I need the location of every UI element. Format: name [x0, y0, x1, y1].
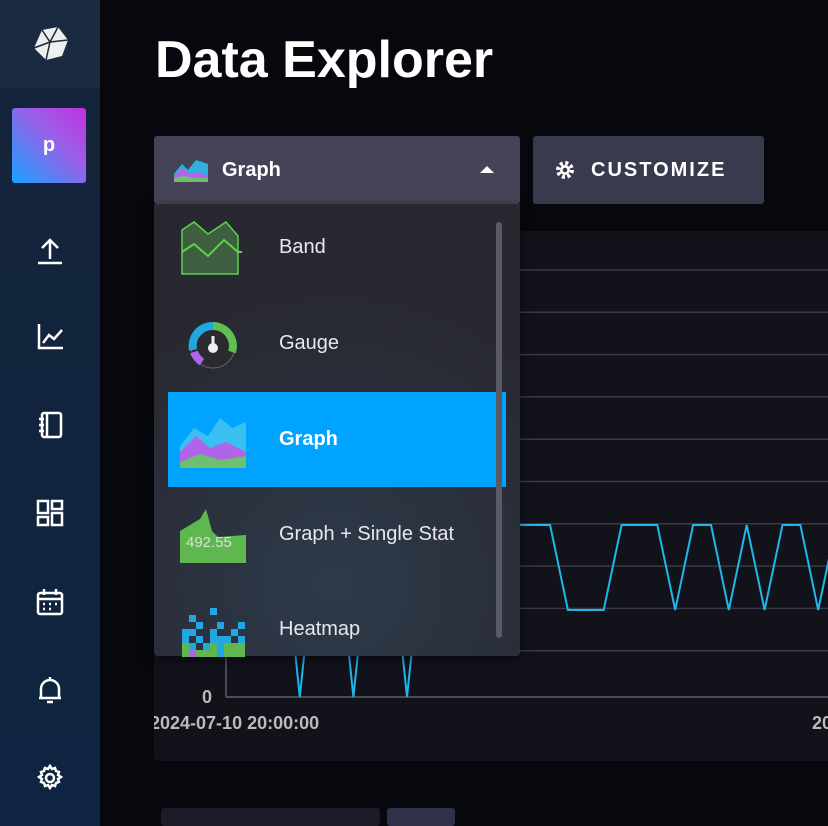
heatmap-cell: [203, 649, 210, 657]
heatmap-cell: [182, 628, 189, 636]
sidebar: p: [0, 0, 100, 826]
visualization-type-dropdown[interactable]: Graph: [154, 136, 520, 204]
menu-item-band[interactable]: Band: [168, 200, 506, 295]
heatmap-icon: [182, 607, 245, 657]
band-icon: [181, 220, 242, 275]
heatmap-cell: [217, 621, 224, 629]
menu-item-heatmap[interactable]: Heatmap: [168, 582, 506, 677]
heatmap-cell: [189, 628, 196, 636]
heatmap-cell: [217, 649, 224, 657]
caret-up-icon: [480, 166, 494, 173]
heatmap-cell: [231, 649, 238, 657]
heatmap-cell: [238, 649, 245, 657]
customize-button[interactable]: CUSTOMIZE: [533, 136, 764, 204]
heatmap-cell: [238, 621, 245, 629]
heatmap-cell: [182, 642, 189, 650]
heatmap-cell: [217, 642, 224, 650]
heatmap-cell: [210, 642, 217, 650]
calendar-icon[interactable]: [30, 582, 70, 622]
heatmap-cell: [231, 628, 238, 636]
notebook-icon[interactable]: [30, 405, 70, 445]
y-tick-label: 0: [202, 687, 212, 707]
heatmap-cell: [210, 628, 217, 636]
heatmap-cell: [210, 649, 217, 657]
svg-text:492.55: 492.55: [186, 534, 232, 551]
heatmap-cell: [189, 642, 196, 650]
menu-item-graph[interactable]: Graph: [168, 392, 506, 487]
heatmap-cell: [189, 649, 196, 657]
heatmap-cell: [196, 621, 203, 629]
heatmap-cell: [182, 649, 189, 657]
x-tick-label: 20: [812, 713, 828, 733]
heatmap-cell: [182, 635, 189, 643]
menu-item-gauge[interactable]: Gauge: [168, 296, 506, 391]
heatmap-cell: [189, 614, 196, 622]
x-tick-label: 2024-07-10 20:00:00: [154, 713, 319, 733]
dashboards-icon[interactable]: [30, 493, 70, 533]
visualization-type-menu: Band Gauge Graph 492.55 Graph + Single S…: [154, 204, 520, 657]
heatmap-cell: [224, 642, 231, 650]
org-avatar[interactable]: p: [12, 108, 86, 183]
menu-item-graph-single-stat[interactable]: 492.55 Graph + Single Stat: [168, 487, 506, 582]
heatmap-cell: [224, 635, 231, 643]
heatmap-cell: [238, 635, 245, 643]
menu-scrollbar[interactable]: [496, 222, 502, 638]
gear-icon: [556, 161, 574, 179]
page-title: Data Explorer: [155, 31, 494, 89]
heatmap-cell: [238, 642, 245, 650]
bottom-panel-button[interactable]: [387, 808, 455, 826]
heatmap-cell: [203, 642, 210, 650]
gear-icon[interactable]: [30, 758, 70, 798]
gauge-icon: [188, 321, 237, 368]
heatmap-cell: [210, 607, 217, 615]
logo-icon[interactable]: [0, 0, 100, 88]
graph-single-stat-icon: 492.55: [180, 508, 246, 563]
graph-type-icon: [180, 417, 246, 468]
graph-icon[interactable]: [30, 316, 70, 356]
upload-icon[interactable]: [30, 230, 70, 270]
heatmap-cell: [231, 642, 238, 650]
heatmap-cell: [196, 649, 203, 657]
heatmap-cell: [224, 649, 231, 657]
bottom-panel-tab[interactable]: [161, 808, 380, 826]
selected-type-label: Graph: [222, 158, 281, 181]
heatmap-cell: [210, 635, 217, 643]
graph-type-icon: [174, 160, 208, 182]
bell-icon[interactable]: [30, 670, 70, 710]
heatmap-cell: [217, 635, 224, 643]
heatmap-cell: [196, 635, 203, 643]
